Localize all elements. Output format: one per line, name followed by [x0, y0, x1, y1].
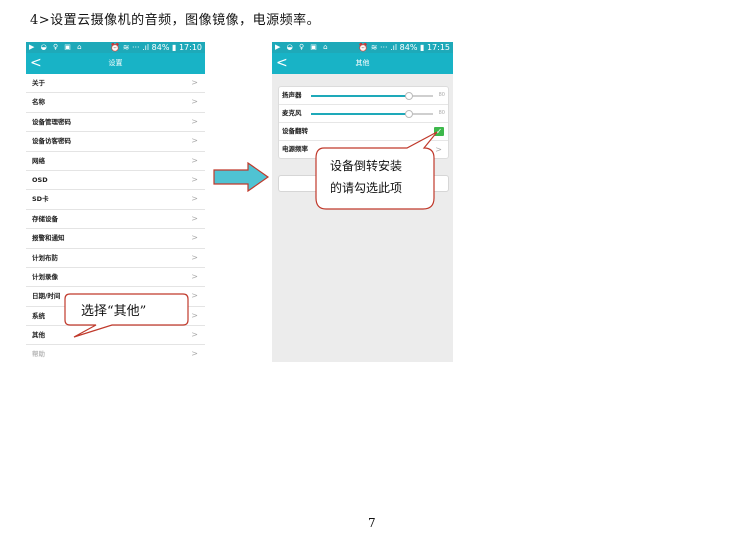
- chevron-right-icon: >: [191, 97, 198, 107]
- menu-item-label: 计划录像: [32, 272, 58, 281]
- menu-item[interactable]: 设备管理密码 >: [26, 113, 205, 133]
- status-bar: ▶ ◒ ♀ ▣ ⌂ ⏰ ≋ ··· .ıl 84% ▮ 17:15: [272, 42, 453, 53]
- menu-item[interactable]: 关于 >: [26, 74, 205, 94]
- callout-flip-line2: 的请勾选此项: [330, 181, 403, 195]
- chevron-right-icon: >: [191, 213, 198, 223]
- status-icons-left: ▶ ◒ ♀ ▣ ⌂: [275, 43, 330, 51]
- menu-item-label: 名称: [32, 98, 45, 107]
- speaker-slider-knob[interactable]: [404, 92, 413, 100]
- menu-item-label: 计划布防: [32, 253, 58, 262]
- callout-flip-line1: 设备倒转安装: [330, 159, 403, 173]
- menu-item-label: 日期/时间: [32, 292, 61, 301]
- menu-item[interactable]: 存储设备 >: [26, 210, 205, 230]
- menu-item[interactable]: 计划布防 >: [26, 249, 205, 268]
- mic-label: 麦克风: [282, 109, 302, 117]
- status-icons-right: ⏰ ≋ ··· .ıl 84% ▮ 17:15: [358, 43, 450, 52]
- callout-select-other-text: 选择“其他”: [81, 304, 147, 319]
- menu-item[interactable]: 帮助 >: [26, 345, 205, 362]
- power-frequency-label: 电源频率: [282, 145, 308, 153]
- menu-item-label: SD卡: [32, 195, 49, 204]
- mic-slider-knob[interactable]: [404, 110, 413, 118]
- menu-item[interactable]: 设备访客密码 >: [26, 132, 205, 152]
- status-bar: ▶ ◒ ♀ ▣ ⌂ ⏰ ≋ ··· .ıl 84% ▮ 17:10: [26, 42, 205, 53]
- speaker-slider-fill: [311, 95, 409, 97]
- chevron-right-icon: >: [191, 194, 198, 204]
- screen-title: 其他: [355, 59, 370, 67]
- chevron-right-icon: >: [191, 174, 198, 184]
- mic-slider[interactable]: [311, 110, 433, 118]
- menu-item-label: 设备访客密码: [32, 137, 71, 146]
- chevron-right-icon: >: [191, 136, 198, 146]
- speaker-label: 扬声器: [282, 91, 302, 99]
- menu-item-label: OSD: [32, 175, 48, 184]
- chevron-right-icon: >: [191, 155, 198, 165]
- menu-item[interactable]: 名称 >: [26, 93, 205, 113]
- menu-item-label: 系统: [32, 311, 45, 320]
- screen-title: 设置: [108, 59, 123, 67]
- speaker-value: 80: [438, 92, 445, 98]
- status-icons-right: ⏰ ≋ ··· .ıl 84% ▮ 17:10: [110, 43, 202, 52]
- chevron-right-icon: >: [191, 271, 198, 281]
- menu-item-label: 存储设备: [32, 214, 58, 223]
- flip-label: 设备翻转: [282, 127, 308, 135]
- menu-item-label: 报警和通知: [32, 234, 65, 243]
- menu-item-label: 设备管理密码: [32, 117, 71, 126]
- menu-item[interactable]: SD卡 >: [26, 190, 205, 210]
- menu-item[interactable]: 报警和通知 >: [26, 229, 205, 249]
- menu-item[interactable]: OSD >: [26, 171, 205, 191]
- menu-item-label: 帮助: [32, 350, 45, 359]
- mic-slider-fill: [311, 113, 409, 115]
- menu-item[interactable]: 网络 >: [26, 152, 205, 171]
- nav-bar: < 其他: [272, 53, 453, 74]
- mic-row: 麦克风 80: [279, 105, 448, 123]
- right-arrow-icon: [213, 162, 270, 192]
- speaker-slider[interactable]: [311, 92, 433, 100]
- chevron-right-icon: >: [191, 78, 198, 87]
- menu-item[interactable]: 计划录像 >: [26, 268, 205, 288]
- chevron-right-icon: >: [191, 116, 198, 126]
- speaker-row: 扬声器 80: [279, 87, 448, 105]
- menu-item-label: 网络: [32, 156, 45, 165]
- chevron-right-icon: >: [191, 252, 198, 262]
- mic-value: 80: [438, 110, 445, 116]
- chevron-right-icon: >: [191, 349, 198, 359]
- page-number: 7: [368, 516, 376, 530]
- menu-item-label: 其他: [32, 331, 45, 340]
- chevron-right-icon: >: [191, 233, 198, 243]
- status-icons-left: ▶ ◒ ♀ ▣ ⌂: [29, 43, 84, 51]
- menu-item-label: 关于: [32, 79, 45, 87]
- nav-bar: < 设置: [26, 53, 205, 74]
- instruction-heading: 4>设置云摄像机的音频，图像镜像，电源频率。: [30, 13, 321, 28]
